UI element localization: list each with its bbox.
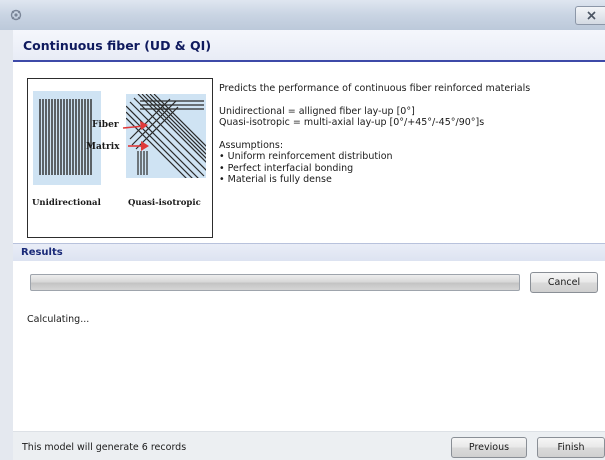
results-title: Results — [21, 247, 63, 258]
assumptions-heading: Assumptions: — [219, 139, 284, 151]
dialog-content: Continuous fiber (UD & QI) Fiber Matrix … — [13, 30, 605, 460]
title-bar — [0, 0, 605, 30]
model-description: Predicts the performance of continuous f… — [219, 83, 599, 186]
cancel-button[interactable]: Cancel — [530, 272, 598, 293]
fiber-label: Fiber — [92, 120, 119, 130]
records-info: This model will generate 6 records — [22, 442, 187, 453]
unidirectional-label: Unidirectional — [32, 198, 102, 208]
dialog-window: Continuous fiber (UD & QI) Fiber Matrix … — [0, 0, 605, 460]
progress-bar — [30, 274, 520, 291]
quasi-isotropic-definition: Quasi-isotropic = multi-axial lay-up [0°… — [219, 117, 485, 128]
assumption-item: • Material is fully dense — [219, 174, 332, 185]
status-text: Calculating... — [27, 314, 90, 325]
close-button[interactable] — [575, 6, 605, 25]
matrix-label: Matrix — [86, 142, 120, 152]
app-icon — [10, 9, 22, 21]
footer-bar: This model will generate 6 records Previ… — [13, 431, 605, 460]
close-icon — [587, 11, 596, 20]
fiber-diagram: Fiber Matrix Unidirectional Quasi-isotro… — [27, 78, 213, 238]
assumption-item: • Uniform reinforcement distribution — [219, 151, 393, 162]
finish-button[interactable]: Finish — [537, 437, 605, 458]
description-intro: Predicts the performance of continuous f… — [219, 83, 531, 94]
previous-button[interactable]: Previous — [451, 437, 527, 458]
page-header: Continuous fiber (UD & QI) — [13, 30, 605, 62]
assumption-item: • Perfect interfacial bonding — [219, 162, 354, 174]
page-title: Continuous fiber (UD & QI) — [23, 38, 212, 53]
unidirectional-definition: Unidirectional = alligned fiber lay-up [… — [219, 105, 415, 117]
quasi-isotropic-label: Quasi-isotropic — [128, 198, 201, 208]
results-section-header: Results — [13, 243, 605, 261]
